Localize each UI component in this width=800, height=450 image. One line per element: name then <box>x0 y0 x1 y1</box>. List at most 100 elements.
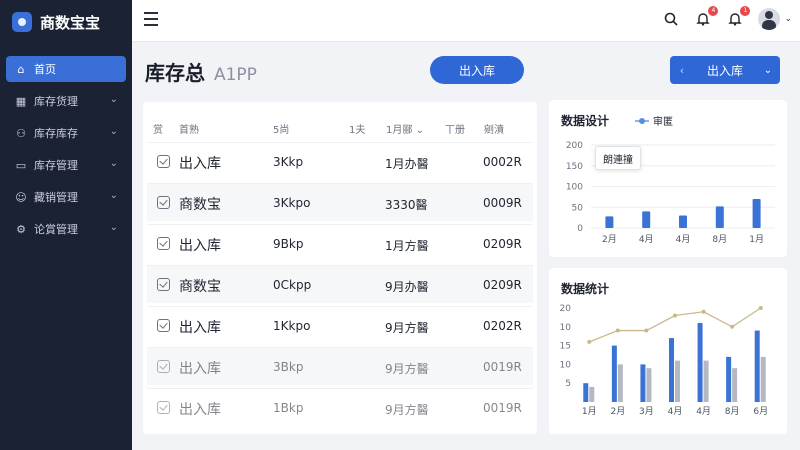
row-date: 1月办醫 <box>385 157 429 171</box>
sidebar-item-label: 库存货理 <box>34 95 78 108</box>
table-row[interactable]: 出入库 9Bkp 1月方醫 0209R <box>147 224 533 262</box>
page-title: 库存总 A1PP <box>145 57 257 86</box>
chevron-down-icon: ⌄ <box>109 190 118 201</box>
sidebar: 商数宝宝 ⌂ 首页 ▦ 库存货理 ⌄ ⚇ 库存库存 ⌄ ▭ 库存管理 ⌄ ☺ 藏… <box>0 0 132 450</box>
sidebar-item-inventory[interactable]: ▦ 库存货理 ⌄ <box>6 88 126 114</box>
alert-bell-button[interactable]: 1 <box>726 6 751 28</box>
table-row[interactable]: 出入库 3Bkp 9月方醫 0019R <box>147 347 533 385</box>
table-row[interactable]: 商数宝 0Ckpp 9月办醫 0209R <box>147 265 533 303</box>
bar <box>642 211 651 228</box>
search-icon[interactable] <box>662 10 680 28</box>
x-tick-label: 4月 <box>668 406 683 417</box>
row-date: 3330醫 <box>385 198 428 212</box>
chevron-down-icon: ⌄ <box>415 125 424 136</box>
column-header[interactable]: 剜濆 <box>484 121 504 136</box>
notification-badge: 1 <box>740 6 751 16</box>
bar-series-1 <box>583 383 589 402</box>
row-qty: 0Ckpp <box>273 278 312 292</box>
bar-series-1 <box>697 323 703 402</box>
sidebar-item-stock[interactable]: ⚇ 库存库存 ⌄ <box>6 120 126 146</box>
page-subtitle: A1PP <box>213 65 257 85</box>
bar <box>715 206 724 228</box>
edit-check-icon[interactable] <box>157 401 170 414</box>
column-header[interactable]: 赏 <box>153 121 163 136</box>
users-icon: ⚇ <box>16 126 26 140</box>
row-name: 出入库 <box>179 156 221 172</box>
row-qty: 3Bkp <box>273 360 304 374</box>
x-tick-label: 2月 <box>602 234 617 245</box>
stock-inout-button[interactable]: 出入库 <box>430 56 524 84</box>
table-row[interactable]: 商数宝 3Kkpo 3330醫 0009R <box>147 183 533 221</box>
row-date: 1月方醫 <box>385 239 429 253</box>
menu-icon[interactable] <box>144 12 160 28</box>
x-tick-label: 6月 <box>753 406 768 417</box>
sidebar-item-label: 库存库存 <box>34 127 78 140</box>
edit-check-icon[interactable] <box>157 155 170 168</box>
row-name: 出入库 <box>179 361 221 377</box>
x-tick-label: 8月 <box>725 406 740 417</box>
y-tick-label: 50 <box>572 203 584 213</box>
x-tick-label: 8月 <box>712 234 727 245</box>
row-code: 0009R <box>483 196 522 210</box>
inventory-table: 赏 首熟 5尚 1夫 1月郦 ⌄ 丅册 剜濆 出入库 3Kkp 1月办醫 0002R 商… <box>143 102 537 434</box>
trend-point <box>758 306 763 310</box>
gear-icon: ⚙ <box>16 222 26 236</box>
edit-check-icon[interactable] <box>157 278 170 291</box>
avatar[interactable] <box>758 8 781 30</box>
row-code: 0209R <box>483 278 522 292</box>
chart-design-svg: 0 50 100 150 200 2月 4月 4月 8月 1月 <box>566 141 775 245</box>
row-qty: 3Kkp <box>273 155 304 169</box>
chevron-down-icon: ⌄ <box>109 94 118 105</box>
column-header[interactable]: 首熟 <box>179 121 199 136</box>
box-icon: ▭ <box>15 158 27 172</box>
column-header[interactable]: 1夫 <box>349 121 365 136</box>
edit-check-icon[interactable] <box>157 196 170 209</box>
row-name: 商数宝 <box>179 197 221 213</box>
row-qty: 1Kkpo <box>273 319 311 333</box>
notification-bell-button[interactable]: 4 <box>694 6 719 28</box>
bar-series-2 <box>760 356 766 402</box>
stock-inout-dropdown-button[interactable]: ‹ 出入库 ⌄ <box>670 56 780 84</box>
table-row[interactable]: 出入库 3Kkp 1月办醫 0002R <box>147 142 533 180</box>
bar-series-2 <box>589 386 595 402</box>
table-row[interactable]: 出入库 1Bkp 9月方醫 0019R <box>147 388 533 426</box>
row-date: 9月方醫 <box>385 362 429 376</box>
row-qty: 1Bkp <box>273 401 304 415</box>
x-tick-label: 4月 <box>696 406 711 417</box>
brand-logo-icon <box>12 12 32 32</box>
topbar: 4 1 ⌄ <box>132 0 800 42</box>
column-header-label: 1月郦 <box>386 125 413 136</box>
brand[interactable]: 商数宝宝 <box>0 0 132 44</box>
table-row[interactable]: 出入库 1Kkpo 9月方醫 0202R <box>147 306 533 344</box>
bar-series-1 <box>640 364 646 402</box>
edit-check-icon[interactable] <box>157 360 170 373</box>
notification-badge: 4 <box>708 6 719 16</box>
y-tick-label: 150 <box>566 162 583 172</box>
chevron-down-icon: ⌄ <box>109 126 118 137</box>
column-header[interactable]: 丅册 <box>445 121 465 136</box>
bar <box>679 215 687 228</box>
y-tick-label: 5 <box>565 379 571 389</box>
trend-point <box>730 324 735 329</box>
bar-series-1 <box>611 345 617 402</box>
bar-series-1 <box>754 330 760 402</box>
y-tick-label: 20 <box>560 304 572 314</box>
trend-point <box>587 339 592 344</box>
sidebar-item-sales[interactable]: ☺ 藏销管理 ⌄ <box>6 184 126 210</box>
row-name: 出入库 <box>179 402 221 418</box>
column-header[interactable]: 5尚 <box>273 121 289 136</box>
table-header: 赏 首熟 5尚 1夫 1月郦 ⌄ 丅册 剜濆 <box>143 116 537 140</box>
sidebar-item-home[interactable]: ⌂ 首页 <box>6 56 126 82</box>
row-qty: 3Kkpo <box>273 196 311 210</box>
edit-check-icon[interactable] <box>157 319 170 332</box>
sidebar-item-settings[interactable]: ⚙ 论賞管理 ⌄ <box>6 216 126 242</box>
chevron-down-icon[interactable]: ⌄ <box>784 14 792 24</box>
user-icon: ☺ <box>15 190 27 204</box>
edit-check-icon[interactable] <box>157 237 170 250</box>
sidebar-item-label: 论賞管理 <box>34 223 78 236</box>
column-header[interactable]: 1月郦 ⌄ <box>386 121 424 136</box>
sidebar-item-stock-management[interactable]: ▭ 库存管理 ⌄ <box>6 152 126 178</box>
chart-tooltip: 朗連撞 <box>595 146 641 170</box>
row-code: 0019R <box>483 401 522 415</box>
row-qty: 9Bkp <box>273 237 304 251</box>
